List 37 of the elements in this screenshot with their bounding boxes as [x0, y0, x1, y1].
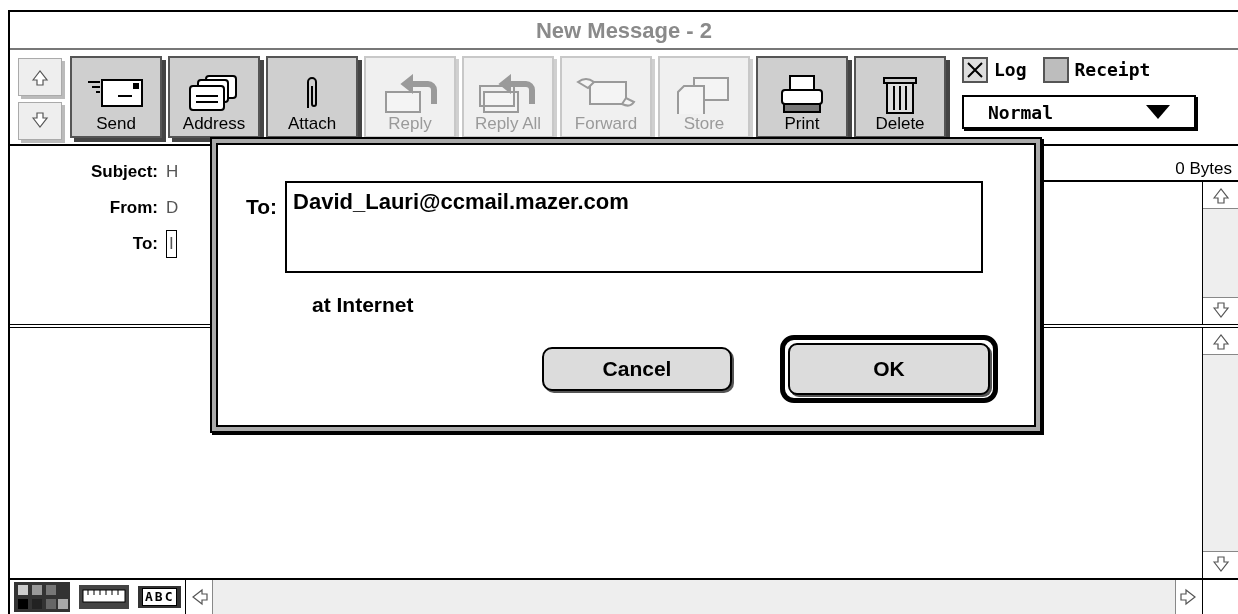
scroll-up-button[interactable]	[18, 58, 62, 96]
spell-check-button[interactable]: ABC	[138, 586, 182, 608]
checkbox-label: Log	[994, 58, 1027, 82]
window-title: New Message - 2	[535, 16, 713, 45]
field-value: D	[166, 197, 179, 220]
color-palette-icon[interactable]	[14, 582, 70, 612]
dialog-to-label: To:	[246, 194, 278, 220]
field-label: Subject:	[89, 161, 159, 184]
scroll-down-arrow-icon[interactable]	[1211, 302, 1230, 320]
address-input-field[interactable]: David_Lauri@ccmail.mazer.com	[285, 181, 984, 273]
vertical-scrollbar[interactable]	[1202, 182, 1238, 324]
address-domain-note: at Internet	[312, 292, 415, 318]
field-value: H	[166, 161, 179, 184]
scroll-up-arrow-icon[interactable]	[1211, 332, 1230, 350]
cross-mark-icon	[966, 60, 984, 79]
priority-dropdown[interactable]: Normal	[962, 95, 1196, 129]
scroll-down-button[interactable]	[18, 102, 62, 140]
ruler-icon[interactable]	[78, 584, 130, 610]
recipient-field[interactable]: I	[166, 230, 177, 258]
vertical-scrollbar[interactable]	[1202, 328, 1238, 578]
scroll-up-arrow-icon[interactable]	[1211, 186, 1230, 204]
message-size: 0 Bytes	[1175, 159, 1232, 178]
dropdown-triangle-icon	[1146, 105, 1170, 119]
up-triangle-icon[interactable]	[31, 68, 49, 86]
checkbox[interactable]	[1042, 56, 1069, 83]
field-label: From:	[108, 197, 159, 220]
scroll-right-arrow-icon[interactable]	[1180, 588, 1198, 606]
checkbox[interactable]	[962, 56, 988, 83]
field-label: To:	[131, 233, 159, 256]
reply-arrow-icon	[478, 74, 538, 114]
scroll-left-arrow-icon[interactable]	[190, 588, 209, 606]
down-triangle-icon[interactable]	[31, 112, 49, 130]
horizontal-scrollbar[interactable]	[185, 580, 1202, 614]
scroll-down-arrow-icon[interactable]	[1211, 556, 1230, 574]
dialog-button[interactable]: OK	[780, 334, 998, 403]
checkbox-label: Receipt	[1074, 58, 1151, 82]
dialog-button[interactable]: Cancel	[542, 346, 732, 391]
